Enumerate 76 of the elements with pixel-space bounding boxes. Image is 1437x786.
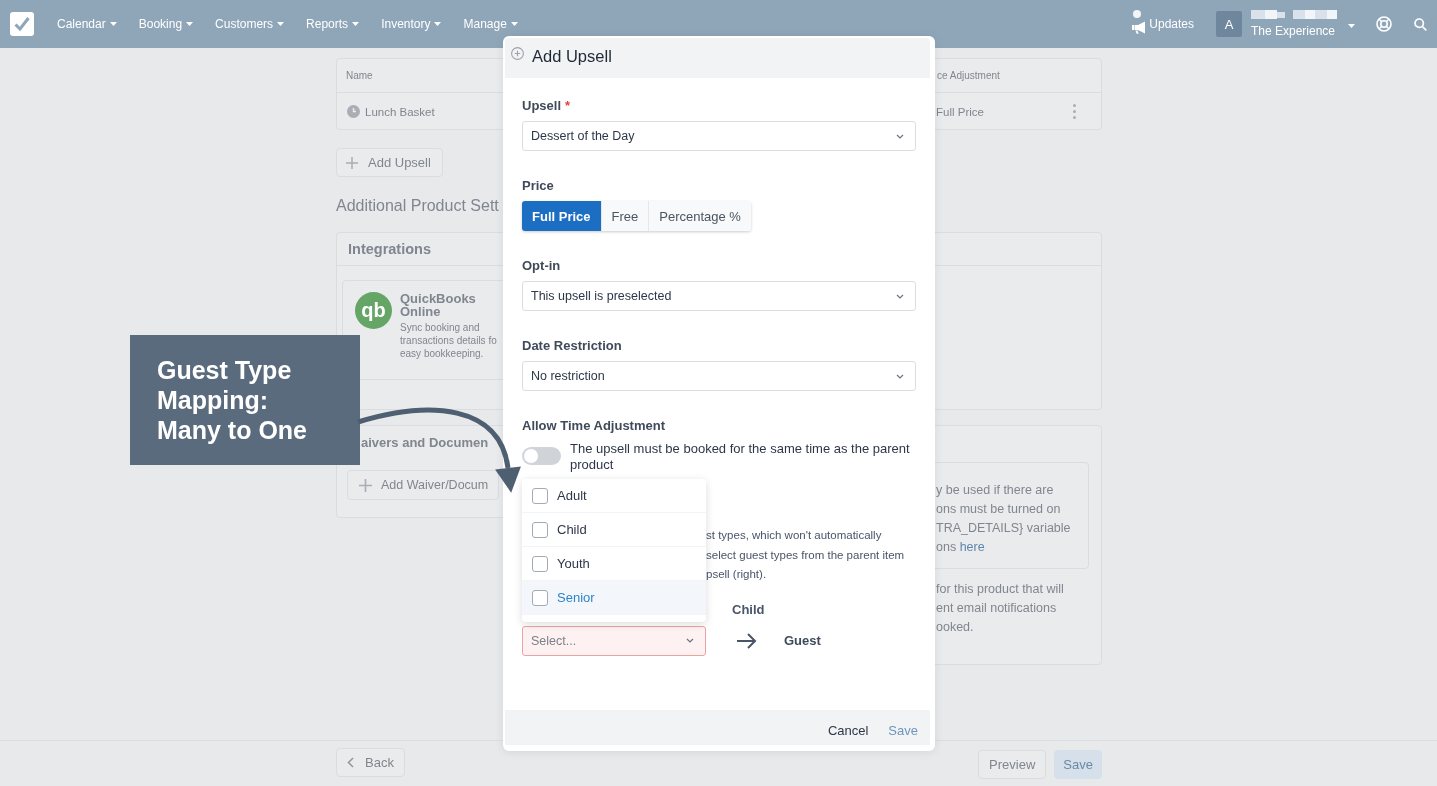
guest-type-label: Child — [732, 601, 765, 618]
clock-icon — [347, 105, 360, 118]
notification-dot-icon — [1133, 9, 1142, 18]
description-text: for this product that will ent email notifications ooked. — [936, 581, 1064, 636]
here-link[interactable]: here — [959, 540, 985, 554]
field-label: Allow Time Adjustment — [522, 417, 665, 435]
chevron-down-icon — [686, 638, 694, 643]
caret-icon — [109, 22, 117, 26]
app-logo: qb — [355, 292, 392, 329]
field-label: Price — [522, 177, 554, 195]
add-waiver-button[interactable]: Add Waiver/Docum — [347, 470, 500, 500]
add-upsell-button[interactable]: Add Upsell — [336, 148, 443, 177]
nav-menu-link[interactable]: Customers — [215, 17, 285, 31]
more-options-icon[interactable] — [1073, 104, 1076, 119]
chevron-down-icon — [896, 293, 904, 299]
callout-text: Guest Type Mapping: Many to One — [157, 355, 307, 445]
nav-menu-link[interactable]: Calendar — [57, 17, 117, 31]
toggle-description: The upsell must be booked for the same time as the parent product — [570, 441, 911, 473]
nav-menu-link[interactable]: Booking — [138, 17, 194, 31]
caret-icon — [434, 22, 442, 26]
checkbox[interactable] — [532, 555, 548, 572]
dropdown-field[interactable]: No restriction — [522, 361, 916, 391]
caret-icon — [352, 22, 360, 26]
lifebuoy-icon[interactable] — [1376, 16, 1392, 32]
price-option-tab[interactable]: Free — [600, 201, 649, 231]
account-name[interactable]: The Experience — [1251, 24, 1337, 38]
plus-icon — [359, 478, 372, 492]
dropdown-field[interactable]: This upsell is preselected — [522, 281, 916, 311]
plus-circle-icon — [511, 47, 524, 60]
guest-type-option[interactable]: Adult — [522, 479, 706, 513]
check-square-logo-icon[interactable] — [10, 12, 34, 36]
megaphone-icon — [1131, 20, 1147, 34]
integration-description: Sync booking and transactions details fo easy bookkeeping. — [400, 321, 497, 360]
field-label: Date Restriction — [522, 337, 622, 355]
guest-type-select[interactable]: Select... — [522, 625, 706, 656]
checkbox[interactable] — [532, 521, 548, 538]
account-avatar[interactable]: A — [1216, 11, 1242, 37]
guest-type-option[interactable]: Senior — [522, 581, 706, 615]
description-text: st types, which won't automatically select guest types from the parent item psell (right). — [706, 528, 905, 582]
chevron-left-icon — [347, 757, 354, 768]
plus-icon — [346, 156, 358, 169]
caret-icon — [277, 22, 285, 26]
checkbox[interactable] — [532, 487, 548, 504]
back-button[interactable]: Back — [336, 748, 405, 777]
updates-link[interactable]: Updates — [1131, 14, 1194, 34]
toggle-switch[interactable] — [522, 447, 561, 465]
chevron-down-icon — [896, 373, 904, 379]
price-option-tab[interactable]: Full Price — [522, 201, 601, 231]
field-label: Upsell * — [522, 97, 571, 115]
chevron-down-icon — [896, 133, 904, 139]
price-option-tab[interactable]: Percentage % — [648, 201, 751, 231]
preview-button[interactable]: Preview — [978, 750, 1047, 779]
info-text: y be used if there are ons must be turned on TRA_DETAILS} variable ons here — [936, 482, 1071, 556]
table-cell: Full Price — [936, 105, 984, 118]
integration-name: QuickBooks Online — [400, 292, 477, 318]
caret-icon — [510, 22, 518, 26]
section-title: Additional Product Sett — [336, 197, 499, 215]
guest-type-target: Guest — [784, 633, 821, 648]
guest-type-option[interactable]: Child — [522, 513, 706, 547]
cancel-button[interactable]: Cancel — [827, 723, 869, 738]
caret-icon[interactable] — [1348, 24, 1355, 28]
column-header: ce Adjustment — [937, 70, 1000, 81]
field-label: Opt-in — [522, 257, 561, 275]
dialog-title: Add Upsell — [532, 46, 612, 66]
search-icon[interactable] — [1414, 17, 1427, 31]
column-header: Name — [346, 70, 373, 81]
arrow-right-icon — [737, 632, 757, 649]
checkbox[interactable] — [532, 589, 548, 606]
nav-menu-link[interactable]: Manage — [463, 17, 518, 31]
table-cell: Lunch Basket — [365, 105, 435, 118]
card-title: aivers and Documen — [361, 434, 489, 452]
dropdown-field[interactable]: Dessert of the Day — [522, 121, 916, 151]
nav-menu-link[interactable]: Reports — [306, 17, 360, 31]
nav-menu-link[interactable]: Inventory — [381, 17, 442, 31]
caret-icon — [186, 22, 194, 26]
card-title: Integrations — [348, 241, 431, 257]
